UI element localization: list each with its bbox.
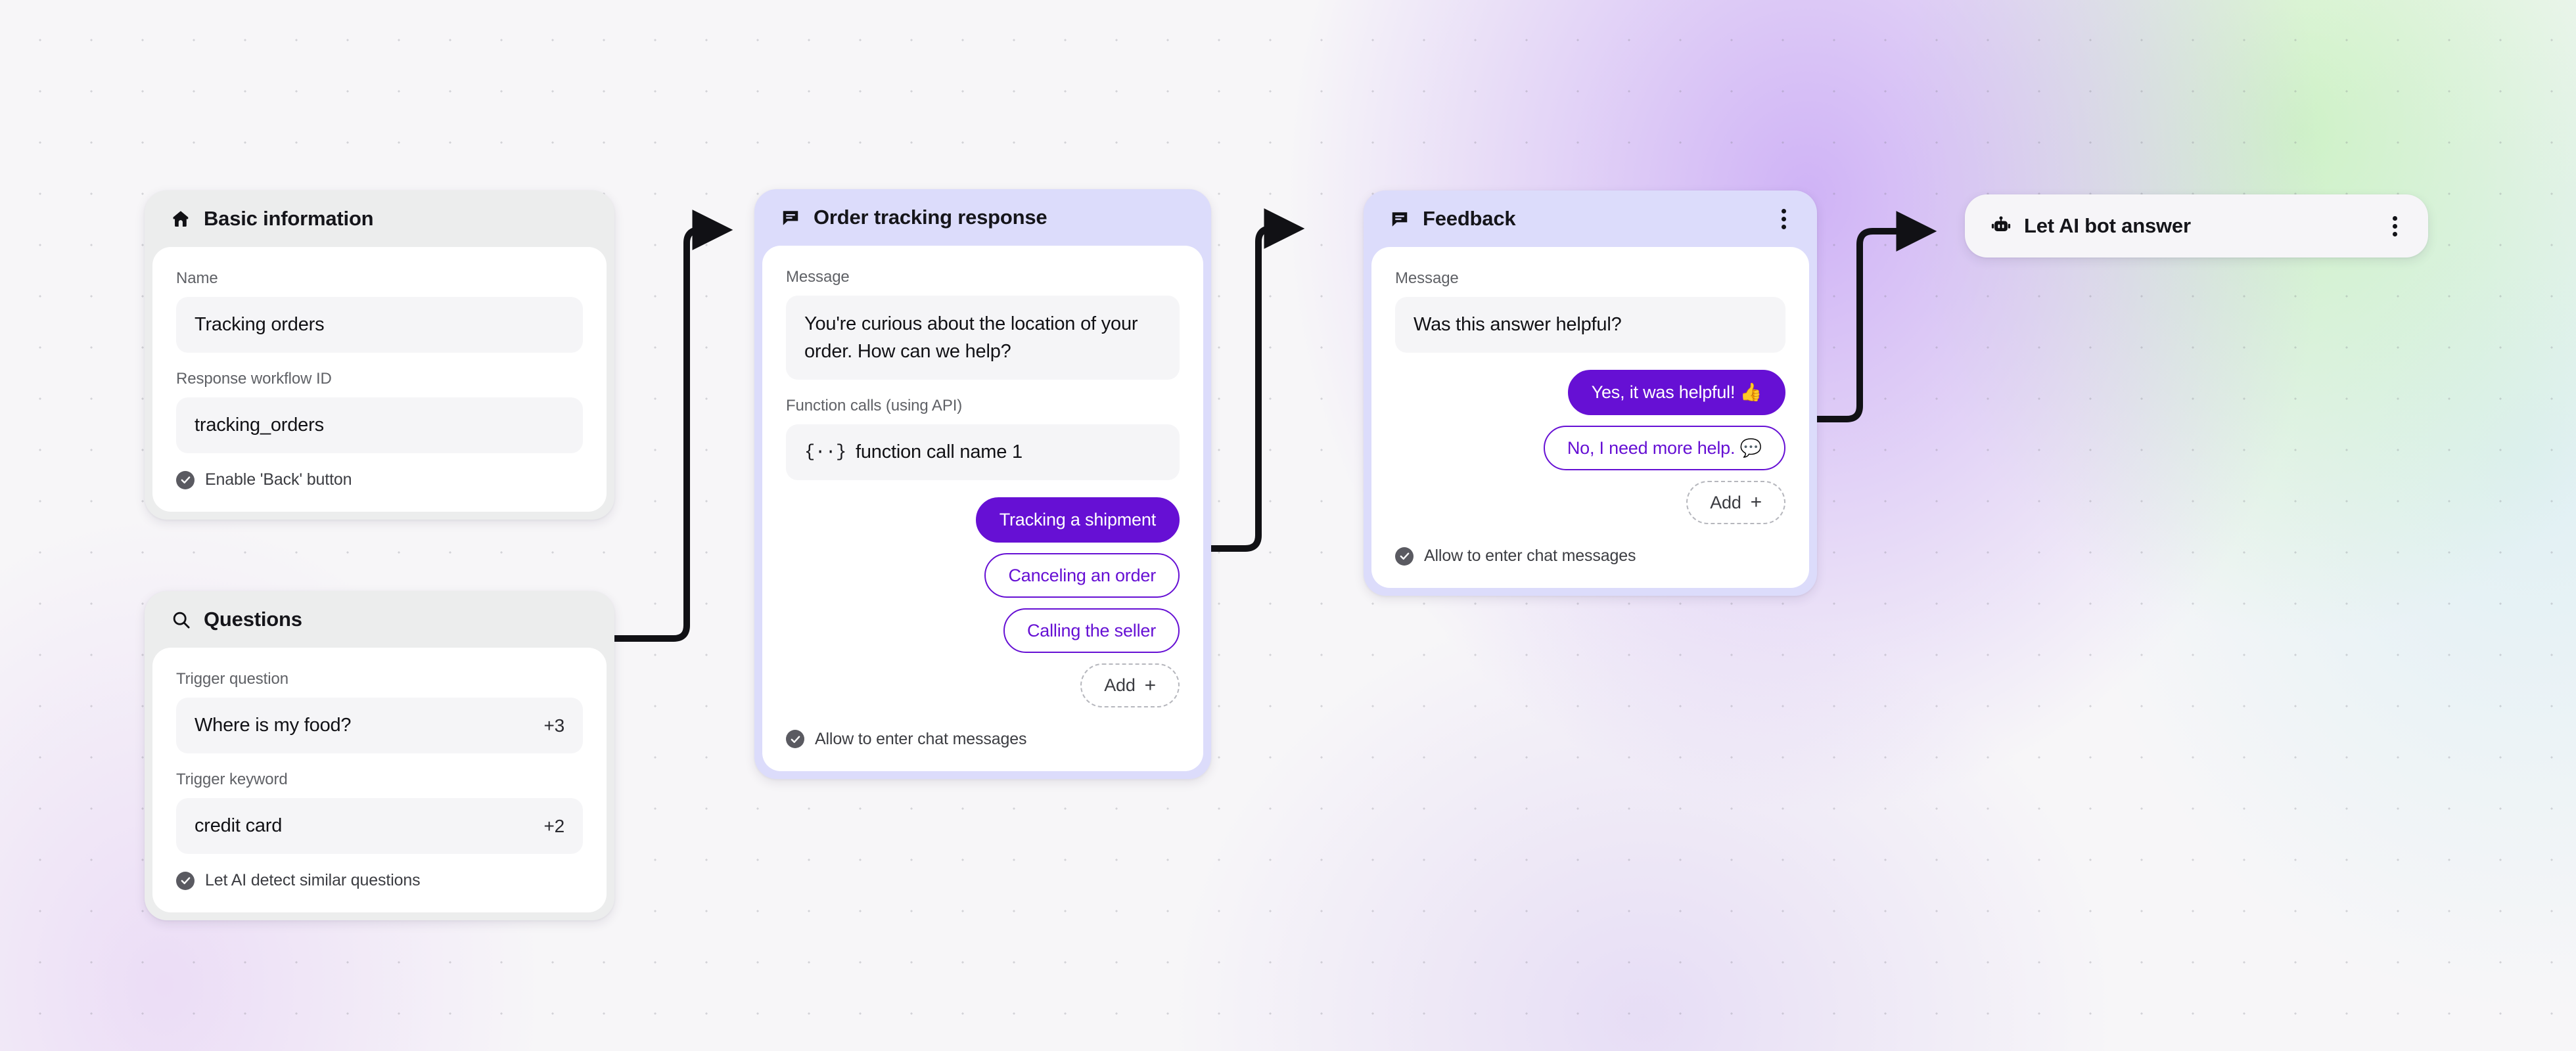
card-order-tracking-response-body: Message You're curious about the locatio… — [762, 246, 1203, 771]
checkbox-allow-chat-messages-label: Allow to enter chat messages — [815, 729, 1027, 748]
card-feedback-header: Feedback — [1364, 190, 1817, 247]
flow-canvas[interactable]: Basic information Name Tracking orders R… — [0, 0, 2576, 1051]
add-chip-label: Add — [1710, 492, 1741, 512]
checkbox-let-ai-detect-similar-questions-label: Let AI detect similar questions — [205, 871, 421, 890]
plus-icon: + — [1144, 674, 1157, 696]
checkbox-allow-to-enter-chat-messages[interactable]: Allow to enter chat messages — [1395, 547, 1785, 566]
card-questions-title: Questions — [204, 608, 302, 631]
card-basic-information-title: Basic information — [204, 207, 374, 230]
chip-no-i-need-more-help[interactable]: No, I need more help. 💬 — [1543, 425, 1785, 470]
label-message: Message — [786, 268, 850, 286]
chip-yes-it-was-helpful[interactable]: Yes, it was helpful! 👍 — [1567, 370, 1785, 415]
input-feedback-message-value: Was this answer helpful? — [1414, 314, 1622, 335]
card-basic-information[interactable]: Basic information Name Tracking orders R… — [145, 190, 614, 520]
input-trigger-question-value: Where is my food? — [195, 715, 352, 736]
card-let-ai-bot-answer[interactable]: Let AI bot answer — [1965, 194, 2428, 257]
add-chip-label: Add — [1104, 675, 1136, 696]
input-response-workflow-id-value: tracking_orders — [195, 414, 324, 436]
check-circle-icon — [786, 730, 804, 749]
checkbox-allow-chat-messages-label: Allow to enter chat messages — [1424, 547, 1636, 566]
input-response-workflow-id[interactable]: tracking_orders — [176, 397, 583, 454]
card-questions[interactable]: Questions Trigger question Where is my f… — [145, 591, 614, 921]
input-function-call-value: function call name 1 — [856, 441, 1023, 463]
check-circle-icon — [176, 470, 195, 489]
order-tracking-response-chips: Tracking a shipment Canceling an order C… — [786, 497, 1180, 707]
label-trigger-keyword: Trigger keyword — [176, 771, 288, 789]
plus-icon: + — [1750, 491, 1762, 514]
card-order-tracking-response-title: Order tracking response — [814, 206, 1047, 229]
input-trigger-keyword-value: credit card — [195, 815, 283, 837]
card-basic-information-body: Name Tracking orders Response workflow I… — [152, 247, 607, 512]
robot-icon — [1990, 215, 2012, 237]
kebab-menu-icon[interactable] — [1772, 206, 1795, 232]
chip-calling-the-seller[interactable]: Calling the seller — [1003, 608, 1180, 654]
trigger-keyword-more-count: +2 — [543, 815, 564, 836]
add-chip-button[interactable]: Add + — [1080, 663, 1180, 707]
label-name: Name — [176, 269, 218, 287]
check-circle-icon — [1395, 547, 1414, 566]
input-message-value: You're curious about the location of you… — [804, 313, 1138, 363]
card-questions-header: Questions — [145, 591, 614, 648]
input-function-call[interactable]: {··} function call name 1 — [786, 424, 1180, 481]
label-trigger-question: Trigger question — [176, 670, 288, 688]
message-icon — [1389, 208, 1411, 230]
card-basic-information-header: Basic information — [145, 190, 614, 247]
card-feedback-title: Feedback — [1423, 207, 1516, 230]
chip-tracking-a-shipment[interactable]: Tracking a shipment — [975, 497, 1180, 543]
card-questions-body: Trigger question Where is my food? +3 Tr… — [152, 648, 607, 913]
card-order-tracking-response-header: Order tracking response — [754, 189, 1211, 246]
card-order-tracking-response[interactable]: Order tracking response Message You're c… — [754, 189, 1211, 779]
kebab-menu-icon[interactable] — [2383, 213, 2406, 239]
check-circle-icon — [176, 871, 195, 890]
card-let-ai-bot-answer-title: Let AI bot answer — [2024, 214, 2191, 237]
search-icon — [170, 608, 192, 631]
label-function-calls: Function calls (using API) — [786, 397, 963, 415]
card-feedback[interactable]: Feedback Message Was this answer helpful… — [1364, 190, 1817, 596]
curly-brace-icon: {··} — [804, 442, 847, 462]
input-name-value: Tracking orders — [195, 314, 325, 335]
input-feedback-message[interactable]: Was this answer helpful? — [1395, 297, 1785, 353]
chip-canceling-an-order[interactable]: Canceling an order — [984, 552, 1180, 598]
label-response-workflow-id: Response workflow ID — [176, 370, 332, 388]
checkbox-enable-back-button-label: Enable 'Back' button — [205, 470, 352, 489]
input-trigger-question[interactable]: Where is my food? +3 — [176, 698, 583, 754]
input-name[interactable]: Tracking orders — [176, 297, 583, 353]
checkbox-enable-back-button[interactable]: Enable 'Back' button — [176, 470, 583, 489]
add-chip-button[interactable]: Add + — [1686, 480, 1785, 525]
feedback-chips: Yes, it was helpful! 👍 No, I need more h… — [1395, 370, 1785, 525]
checkbox-allow-to-enter-chat-messages[interactable]: Allow to enter chat messages — [786, 730, 1180, 749]
label-message: Message — [1395, 269, 1459, 287]
connector-questions-to-order-tracking — [611, 210, 733, 642]
trigger-question-more-count: +3 — [543, 715, 564, 736]
message-icon — [779, 206, 802, 229]
input-message[interactable]: You're curious about the location of you… — [786, 296, 1180, 380]
card-let-ai-bot-answer-header: Let AI bot answer — [1965, 194, 2428, 257]
home-icon — [170, 208, 192, 230]
checkbox-let-ai-detect-similar-questions[interactable]: Let AI detect similar questions — [176, 871, 583, 890]
input-trigger-keyword[interactable]: credit card +2 — [176, 798, 583, 855]
card-feedback-body: Message Was this answer helpful? Yes, it… — [1371, 247, 1809, 589]
